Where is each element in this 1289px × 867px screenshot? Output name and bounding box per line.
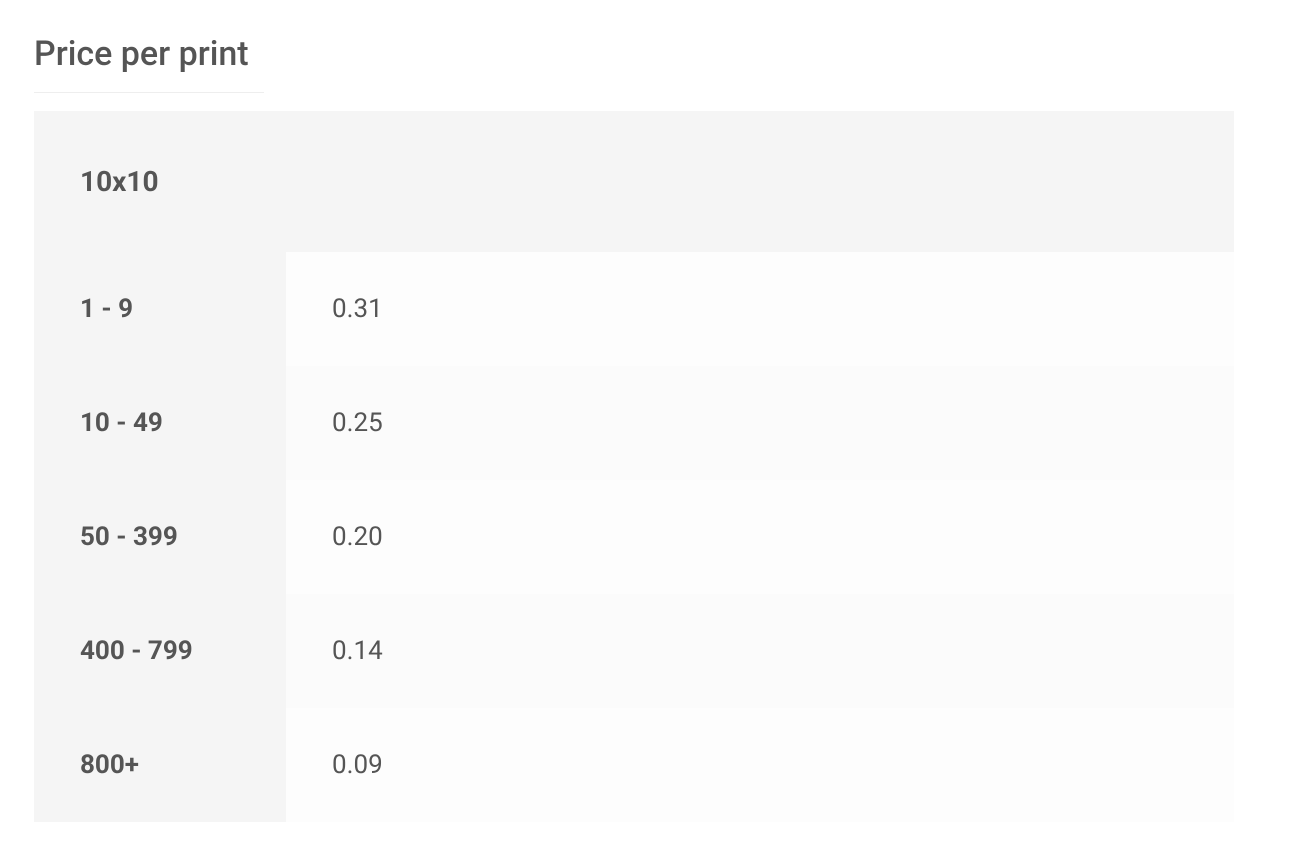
qty-range: 50 - 399 (34, 480, 286, 594)
header-blank (286, 111, 1234, 252)
page-title: Price per print (34, 34, 1255, 74)
qty-range: 1 - 9 (34, 252, 286, 366)
table-row: 1 - 9 0.31 (34, 252, 1234, 366)
header-size: 10x10 (34, 111, 286, 252)
qty-range: 10 - 49 (34, 366, 286, 480)
table-row: 400 - 799 0.14 (34, 594, 1234, 708)
title-underline (34, 92, 264, 93)
table-header-row: 10x10 (34, 111, 1234, 252)
price-value: 0.31 (286, 252, 1234, 366)
table-row: 10 - 49 0.25 (34, 366, 1234, 480)
table-row: 800+ 0.09 (34, 708, 1234, 822)
table-row: 50 - 399 0.20 (34, 480, 1234, 594)
price-value: 0.20 (286, 480, 1234, 594)
price-table: 10x10 1 - 9 0.31 10 - 49 0.25 50 - 399 0… (34, 111, 1234, 822)
price-value: 0.09 (286, 708, 1234, 822)
qty-range: 400 - 799 (34, 594, 286, 708)
price-value: 0.25 (286, 366, 1234, 480)
price-value: 0.14 (286, 594, 1234, 708)
qty-range: 800+ (34, 708, 286, 822)
